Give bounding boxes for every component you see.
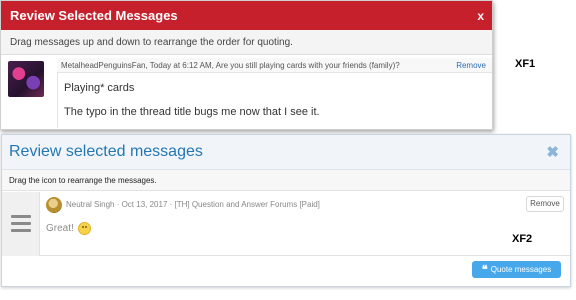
xf1-message-line: Playing* cards [64,82,135,94]
xf1-remove-link[interactable]: Remove [456,61,486,70]
xf2-instructions: Drag the icon to rearrange the messages. [2,170,570,191]
avatar [8,61,44,97]
quote-messages-button[interactable]: ❝ Quote messages [472,261,561,278]
avatar [46,197,62,213]
xf2-message-item: Neutral Singh · Oct 13, 2017 · [TH] Ques… [2,192,570,256]
xf1-dialog-header: Review Selected Messages x [1,1,492,30]
xf2-message-text: Great! [46,223,74,234]
quote-messages-label: Quote messages [490,265,552,274]
close-icon[interactable]: x [477,9,484,23]
xf2-remove-button[interactable]: Remove [526,196,564,212]
xf1-message-meta-text: MetalheadPenguinsFan, Today at 6:12 AM, … [61,61,400,70]
xf1-message-line: The typo in the thread title bugs me now… [64,106,320,118]
xf1-dialog-title: Review Selected Messages [10,8,178,23]
xf1-message-item[interactable]: MetalheadPenguinsFan, Today at 6:12 AM, … [4,58,492,128]
xf2-message-body: Great! [46,222,91,235]
xf2-label: XF2 [512,233,533,245]
xf1-label: XF1 [515,58,536,70]
xf1-review-dialog: Review Selected Messages x Drag messages… [0,0,493,130]
smiley-icon [77,222,91,235]
xf2-message-meta: Neutral Singh · Oct 13, 2017 · [TH] Ques… [66,200,320,209]
close-icon[interactable]: ✖ [546,143,559,161]
xf2-dialog-header: Review selected messages ✖ [2,135,570,170]
xf1-message-body: Playing* cards The typo in the thread ti… [57,73,492,128]
xf2-review-dialog: Review selected messages ✖ Drag the icon… [1,134,571,287]
xf2-dialog-title: Review selected messages [9,143,203,160]
drag-handle-icon[interactable] [2,192,40,256]
quote-icon: ❝ [481,263,488,276]
xf1-instructions: Drag messages up and down to rearrange t… [1,30,492,55]
xf1-message-meta: MetalheadPenguinsFan, Today at 6:12 AM, … [57,58,492,73]
